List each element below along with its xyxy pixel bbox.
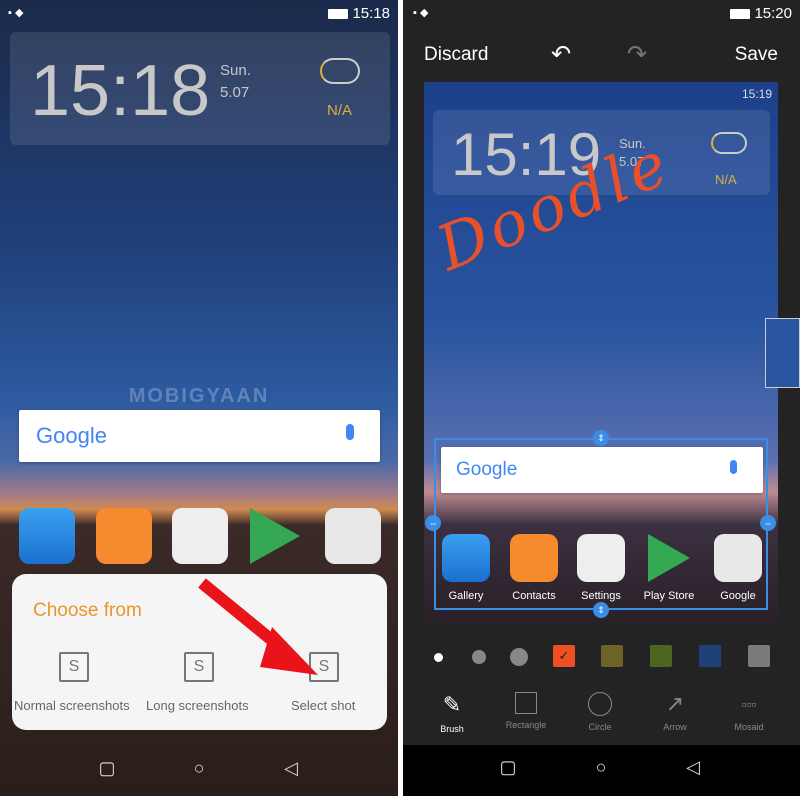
gallery-app-icon	[442, 534, 490, 582]
mic-icon[interactable]	[346, 424, 354, 440]
app-label: Play Store	[643, 590, 695, 602]
back-button[interactable]: ◁	[678, 757, 708, 778]
mosaic-tool[interactable]: ▫▫▫ Mosaid	[719, 692, 779, 732]
preview-status-time: 15:19	[741, 87, 772, 101]
resize-handle-top[interactable]: ⇕	[593, 430, 609, 446]
preview-google-bar: Google	[441, 447, 763, 493]
brush-size-small[interactable]	[434, 653, 443, 662]
weather-cloud-icon	[320, 58, 360, 84]
arrow-icon: ↗	[665, 691, 685, 716]
mic-icon	[730, 460, 737, 474]
rectangle-tool[interactable]: Rectangle	[496, 692, 556, 730]
status-bar: 15:20	[730, 5, 792, 22]
status-time: 15:18	[352, 5, 390, 22]
clock-date: 5.07	[220, 84, 250, 101]
brush-size-large[interactable]	[510, 648, 528, 666]
battery-icon	[730, 9, 751, 20]
color-swatch-olive[interactable]	[601, 645, 623, 667]
popup-title: Choose from	[33, 600, 142, 621]
play-store-app-icon[interactable]	[250, 508, 300, 564]
app-label: Google	[720, 590, 756, 602]
tool-label: Mosaid	[734, 722, 764, 732]
right-phone-screen: ▪ ◆ 15:20 Discard ↶ ↷ Save 15:19 15:19 S…	[403, 0, 800, 796]
weather-cloud-icon	[711, 132, 747, 154]
color-swatch-gray[interactable]	[748, 645, 770, 667]
color-swatch-blue[interactable]	[699, 645, 721, 667]
color-swatch-orange-selected[interactable]: ✓	[553, 645, 575, 667]
preview-weather-text: N/A	[715, 172, 737, 187]
gallery-app-icon[interactable]	[19, 508, 75, 564]
clock-day: Sun.	[220, 62, 251, 79]
google-logo: Google	[36, 423, 107, 448]
redo-icon[interactable]: ↷	[627, 40, 647, 69]
status-time: 15:20	[754, 5, 792, 22]
notification-icons: ▪ ◆	[8, 7, 24, 19]
watermark: MOBIGYAAN	[128, 385, 270, 407]
screenshot-thumbnail[interactable]	[765, 318, 800, 388]
back-button[interactable]: ◁	[276, 758, 306, 779]
recents-button[interactable]: ▢	[493, 757, 523, 778]
weather-text: N/A	[327, 102, 353, 119]
status-bar: 15:18	[328, 5, 390, 22]
select-shot-option[interactable]: Select shot	[291, 698, 355, 713]
battery-icon	[328, 9, 349, 20]
screenshot-preview[interactable]: 15:19 15:19 Sun. 5.07 N/A Doodle Google …	[424, 82, 778, 622]
color-swatch-green[interactable]	[650, 645, 672, 667]
resize-handle-bottom[interactable]: ⇕	[593, 602, 609, 618]
home-button[interactable]: ○	[184, 758, 214, 779]
normal-screenshots-option[interactable]: Normal screenshots	[14, 698, 130, 713]
google-search-bar[interactable]: Google	[19, 410, 380, 462]
resize-handle-right[interactable]: ⇔	[760, 515, 776, 531]
circle-tool[interactable]: Circle	[570, 692, 630, 732]
brush-size-medium[interactable]	[472, 650, 486, 664]
settings-app-icon[interactable]	[172, 508, 228, 564]
preview-google-logo: Google	[456, 459, 518, 480]
resize-handle-left[interactable]: ⇔	[425, 515, 441, 531]
app-label: Gallery	[448, 590, 484, 602]
mosaic-icon: ▫▫▫	[741, 696, 757, 712]
tool-label: Brush	[440, 724, 464, 734]
home-button[interactable]: ○	[586, 757, 616, 778]
app-label: Contacts	[512, 590, 556, 602]
play-store-app-icon	[648, 534, 690, 582]
undo-icon[interactable]: ↶	[551, 40, 571, 69]
tool-label: Arrow	[663, 722, 687, 732]
notification-icons: ▪ ◆	[413, 7, 429, 19]
brush-tool[interactable]: ✎ Brush	[422, 692, 482, 734]
long-screenshots-option[interactable]: Long screenshots	[146, 698, 249, 713]
circle-icon	[588, 692, 612, 716]
recents-button[interactable]: ▢	[92, 758, 122, 779]
settings-app-icon	[577, 534, 625, 582]
contacts-app-icon	[510, 534, 558, 582]
red-arrow-annotation	[198, 578, 318, 675]
save-button[interactable]: Save	[735, 44, 778, 66]
clock-time: 15:18	[30, 51, 211, 131]
discard-button[interactable]: Discard	[424, 44, 488, 66]
google-folder-icon[interactable]	[325, 508, 381, 564]
navigation-bar: ▢ ○ ◁	[403, 745, 800, 796]
app-label: Settings	[581, 590, 621, 602]
clock-widget[interactable]: 15:18 Sun. 5.07 N/A	[10, 32, 390, 145]
tool-label: Rectangle	[505, 720, 547, 730]
left-phone-screen: ▪ ◆ 15:18 15:18 Sun. 5.07 N/A MOBIGYAAN …	[0, 0, 398, 796]
google-folder-icon	[714, 534, 762, 582]
brush-icon: ✎	[442, 692, 462, 717]
tool-label: Circle	[588, 722, 612, 732]
arrow-tool[interactable]: ↗ Arrow	[645, 691, 705, 733]
contacts-app-icon[interactable]	[96, 508, 152, 564]
rectangle-icon	[515, 692, 537, 714]
normal-screenshot-icon[interactable]: S	[59, 652, 89, 682]
